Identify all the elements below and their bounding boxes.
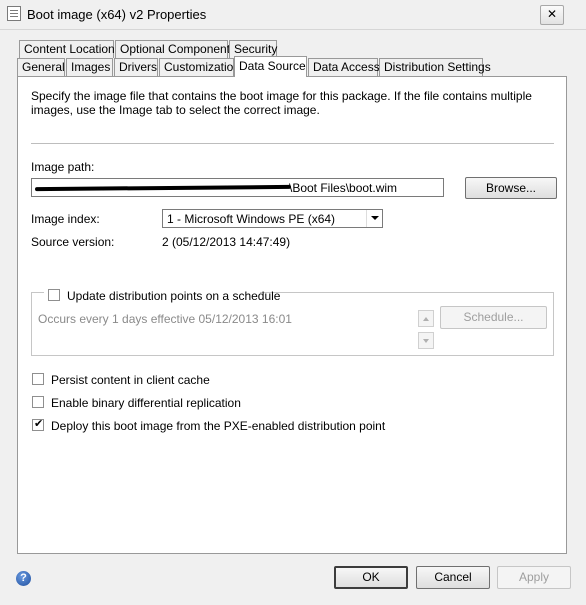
ok-button[interactable]: OK xyxy=(334,566,408,589)
redaction-scribble xyxy=(34,184,292,192)
schedule-button[interactable]: Schedule... xyxy=(440,306,547,329)
tab-data-source[interactable]: Data Source xyxy=(234,56,307,77)
tab-label: Customization xyxy=(164,60,241,74)
binary-replication-checkbox[interactable] xyxy=(32,396,44,408)
image-path-label: Image path: xyxy=(31,160,95,174)
cancel-button[interactable]: Cancel xyxy=(416,566,490,589)
tab-label: Distribution Settings xyxy=(384,60,491,74)
persist-label: Persist content in client cache xyxy=(51,373,210,387)
source-version-value: 2 (05/12/2013 14:47:49) xyxy=(162,235,291,249)
apply-button[interactable]: Apply xyxy=(497,566,571,589)
tab-label: Content Locations xyxy=(24,42,121,56)
spin-down-icon[interactable] xyxy=(418,332,434,349)
tab-optional-components[interactable]: Optional Components xyxy=(115,40,236,58)
image-index-value: 1 - Microsoft Windows PE (x64) xyxy=(167,212,336,226)
persist-checkbox[interactable] xyxy=(32,373,44,385)
image-path-input[interactable]: \Boot Files\boot.wim xyxy=(31,178,444,197)
image-path-value: \Boot Files\boot.wim xyxy=(289,181,398,195)
tab-label: Drivers xyxy=(119,60,157,74)
tab-content-locations[interactable]: Content Locations xyxy=(19,40,121,58)
separator xyxy=(31,143,554,144)
tab-customization[interactable]: Customization xyxy=(159,58,240,76)
image-index-select[interactable]: 1 - Microsoft Windows PE (x64) xyxy=(162,209,383,228)
pxe-label: Deploy this boot image from the PXE-enab… xyxy=(51,419,386,433)
window-title: Boot image (x64) v2 Properties xyxy=(27,7,207,22)
tab-general[interactable]: General xyxy=(17,58,65,76)
browse-button[interactable]: Browse... xyxy=(465,177,557,199)
tab-label: Images xyxy=(71,60,111,74)
image-index-label: Image index: xyxy=(31,212,100,226)
pxe-checkbox[interactable]: ✔ xyxy=(32,418,44,431)
close-button[interactable]: ✕ xyxy=(540,5,564,25)
help-icon[interactable]: ? xyxy=(16,571,31,586)
tab-distribution-settings[interactable]: Distribution Settings xyxy=(379,58,491,76)
properties-icon xyxy=(7,6,21,21)
schedule-checkbox-label: Update distribution points on a schedule xyxy=(67,289,281,303)
tab-data-access[interactable]: Data Access xyxy=(308,58,380,76)
schedule-checkbox[interactable] xyxy=(48,289,60,301)
tab-label: Data Access xyxy=(313,60,380,74)
tab-label: Data Source xyxy=(239,59,306,73)
spin-up-icon[interactable] xyxy=(418,310,434,327)
tab-label: Optional Components xyxy=(120,42,237,56)
binary-replication-label: Enable binary differential replication xyxy=(51,396,241,410)
tab-label: General xyxy=(22,60,65,74)
source-version-label: Source version: xyxy=(31,235,115,249)
chevron-down-icon[interactable] xyxy=(366,210,383,227)
tab-images[interactable]: Images xyxy=(66,58,113,76)
check-icon: ✔ xyxy=(34,418,44,430)
description-text: Specify the image file that contains the… xyxy=(31,89,532,117)
tab-label: Security xyxy=(234,42,278,56)
schedule-text: Occurs every 1 days effective 05/12/2013… xyxy=(38,312,292,326)
tab-drivers[interactable]: Drivers xyxy=(114,58,158,76)
